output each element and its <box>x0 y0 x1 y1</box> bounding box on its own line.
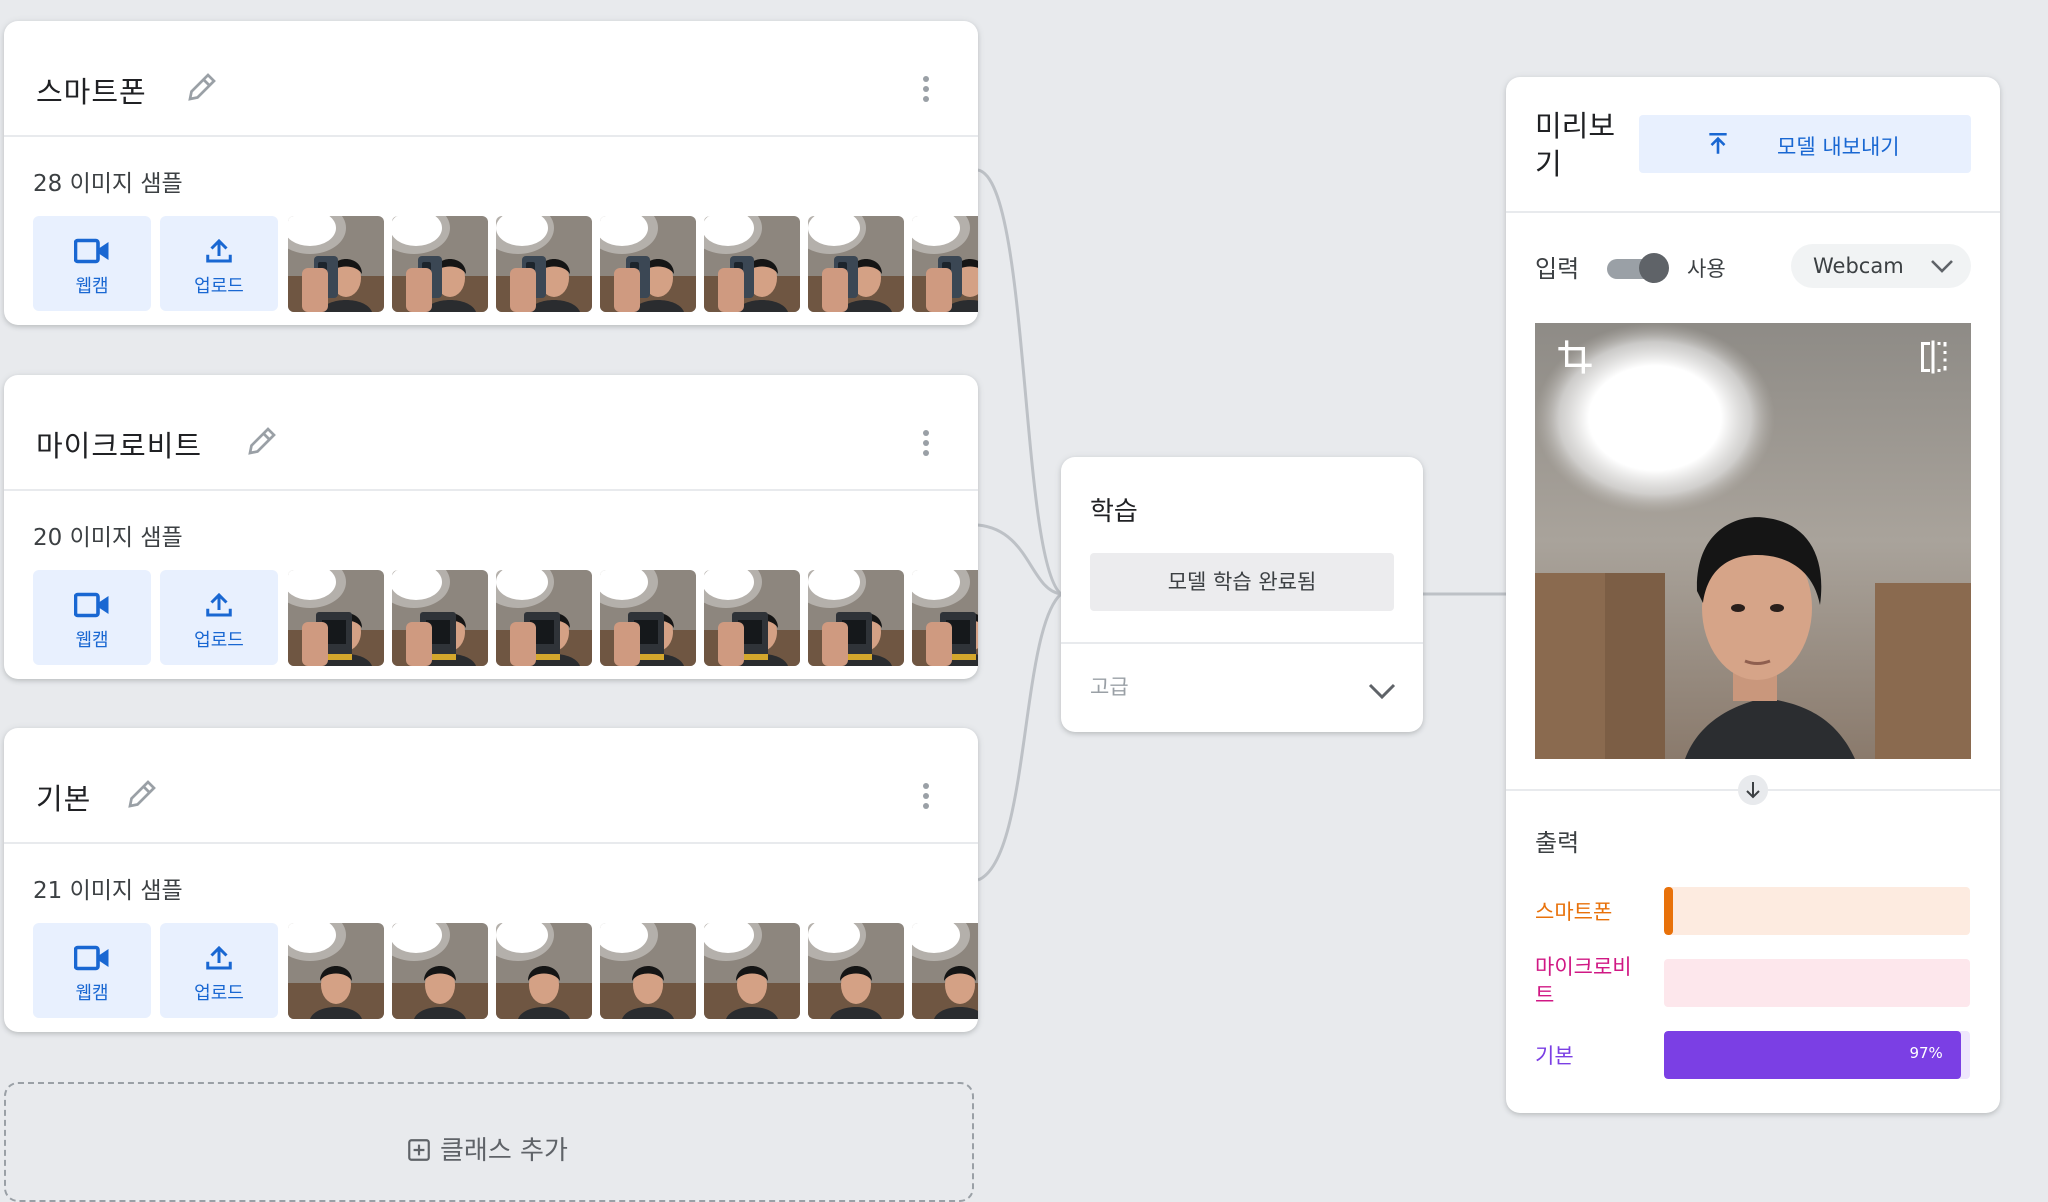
class-card: 기본 21 이미지 샘플웹캠 업로드 <box>4 728 978 1032</box>
sample-thumbnail[interactable] <box>496 216 592 312</box>
flip-icon[interactable] <box>1915 337 1951 377</box>
videocam-icon <box>74 945 109 971</box>
output-label: 출력 <box>1535 829 1580 857</box>
sample-thumbnail[interactable] <box>704 570 800 666</box>
more-vert-icon[interactable] <box>918 71 934 107</box>
sample-thumbnail[interactable] <box>288 570 384 666</box>
class-card: 마이크로비트 20 이미지 샘플웹캠 업로드 <box>4 375 978 679</box>
webcam-button-label: 웹캠 <box>75 276 109 297</box>
class-name[interactable]: 기본 <box>36 776 91 818</box>
edit-pencil-icon[interactable] <box>244 423 280 459</box>
sample-thumbnail[interactable] <box>288 923 384 1019</box>
sample-thumbnail[interactable] <box>288 216 384 312</box>
chevron-down-icon[interactable] <box>1367 681 1397 701</box>
class-name[interactable]: 스마트폰 <box>36 69 147 111</box>
confidence-bar <box>1664 887 1970 935</box>
edit-pencil-icon[interactable] <box>124 776 160 812</box>
upload-button[interactable]: 업로드 <box>160 570 278 665</box>
input-source-value: Webcam <box>1813 254 1904 278</box>
confidence-percent: 97% <box>1909 1044 1943 1062</box>
sample-thumbnail[interactable] <box>808 923 904 1019</box>
preview-panel: 미리보기 모델 내보내기 입력 사용 Webcam 출력 스마트폰 마이크로비트… <box>1506 77 2000 1113</box>
sample-thumbnail[interactable] <box>808 570 904 666</box>
webcam-image <box>1535 323 1971 759</box>
chevron-down-icon <box>1931 260 1953 273</box>
training-title: 학습 <box>1090 497 1138 527</box>
sample-thumbnail[interactable] <box>392 216 488 312</box>
training-panel: 학습 모델 학습 완료됨 고급 <box>1061 457 1423 732</box>
arrow-down-icon <box>1738 775 1768 805</box>
webcam-button-label: 웹캠 <box>75 630 109 651</box>
confidence-fill <box>1664 887 1674 935</box>
add-class-button[interactable]: 클래스 추가 <box>4 1082 974 1202</box>
class-card-header: 스마트폰 <box>4 21 978 137</box>
upload-icon <box>206 592 232 617</box>
output-class-name: 기본 <box>1535 1044 1574 1068</box>
sample-thumbnail[interactable] <box>912 216 978 312</box>
sample-thumbnail[interactable] <box>600 923 696 1019</box>
more-vert-icon[interactable] <box>918 425 934 461</box>
sample-thumbnail[interactable] <box>600 570 696 666</box>
upload-button-label: 업로드 <box>194 276 244 297</box>
sample-thumbnail[interactable] <box>912 923 978 1019</box>
add-box-icon <box>408 1139 430 1161</box>
sample-count: 20 이미지 샘플 <box>33 525 183 551</box>
divider <box>1506 211 2000 213</box>
export-model-label: 모델 내보내기 <box>1777 135 1900 159</box>
add-class-label: 클래스 추가 <box>406 1130 568 1167</box>
class-name[interactable]: 마이크로비트 <box>36 423 202 465</box>
sample-thumbnail[interactable] <box>496 570 592 666</box>
output-class-name: 스마트폰 <box>1535 900 1613 924</box>
confidence-bar: 97% <box>1664 1031 1970 1079</box>
sample-thumbnail[interactable] <box>704 923 800 1019</box>
webcam-button-label: 웹캠 <box>75 983 109 1004</box>
upload-icon <box>206 945 232 970</box>
sample-thumbnail[interactable] <box>392 923 488 1019</box>
edit-pencil-icon[interactable] <box>184 69 220 105</box>
export-model-button[interactable]: 모델 내보내기 <box>1639 115 1971 173</box>
videocam-icon <box>74 592 109 618</box>
sample-thumbnail[interactable] <box>600 216 696 312</box>
webcam-button[interactable]: 웹캠 <box>33 570 151 665</box>
videocam-icon <box>74 238 109 264</box>
output-class-name: 마이크로비트 <box>1535 955 1632 1007</box>
sample-thumbnail[interactable] <box>704 216 800 312</box>
class-card: 스마트폰 28 이미지 샘플웹캠 업로드 <box>4 21 978 325</box>
toggle-label: 사용 <box>1687 257 1726 281</box>
divider <box>1061 642 1423 644</box>
input-source-select[interactable]: Webcam <box>1791 244 1971 288</box>
sample-thumbnail[interactable] <box>496 923 592 1019</box>
confidence-bar <box>1664 959 1970 1007</box>
upload-button-label: 업로드 <box>194 983 244 1004</box>
upload-button[interactable]: 업로드 <box>160 216 278 311</box>
preview-title: 미리보기 <box>1535 109 1616 181</box>
crop-icon[interactable] <box>1555 337 1595 377</box>
export-upload-icon <box>1709 132 1727 154</box>
class-card-header: 기본 <box>4 728 978 844</box>
toggle-knob <box>1639 253 1669 283</box>
sample-thumbnail[interactable] <box>808 216 904 312</box>
upload-icon <box>206 238 232 263</box>
advanced-toggle-label[interactable]: 고급 <box>1090 671 1129 701</box>
sample-thumbnail[interactable] <box>392 570 488 666</box>
confidence-fill: 97% <box>1664 1031 1961 1079</box>
add-class-text: 클래스 추가 <box>440 1136 568 1166</box>
upload-button-label: 업로드 <box>194 630 244 651</box>
sample-count: 21 이미지 샘플 <box>33 878 183 904</box>
input-toggle[interactable] <box>1607 253 1669 283</box>
class-card-header: 마이크로비트 <box>4 375 978 491</box>
sample-count: 28 이미지 샘플 <box>33 171 183 197</box>
input-label: 입력 <box>1535 255 1580 283</box>
upload-button[interactable]: 업로드 <box>160 923 278 1018</box>
more-vert-icon[interactable] <box>918 778 934 814</box>
webcam-button[interactable]: 웹캠 <box>33 216 151 311</box>
webcam-button[interactable]: 웹캠 <box>33 923 151 1018</box>
webcam-preview <box>1535 323 1971 759</box>
sample-thumbnail[interactable] <box>912 570 978 666</box>
train-model-button[interactable]: 모델 학습 완료됨 <box>1090 553 1394 611</box>
